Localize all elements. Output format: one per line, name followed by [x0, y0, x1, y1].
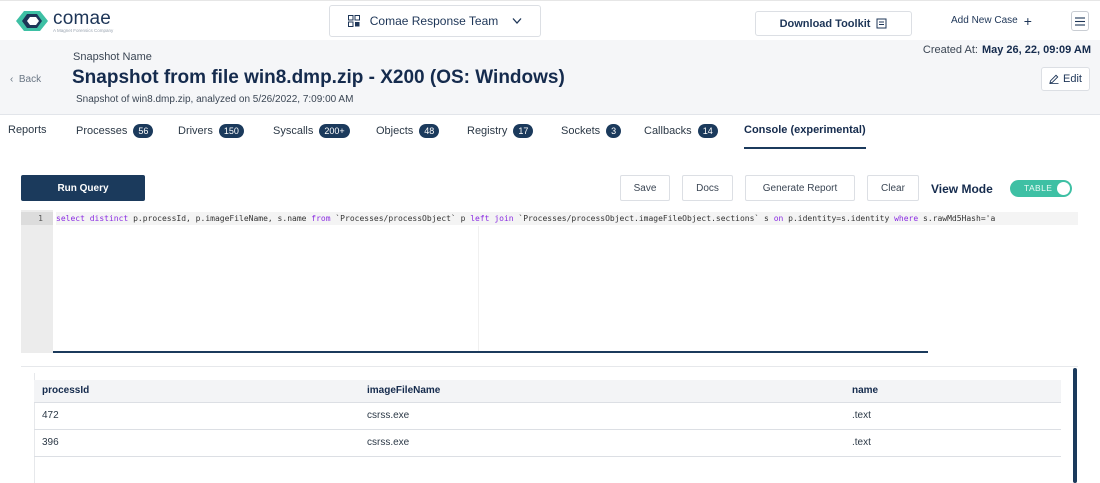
table-row[interactable]: 396 csrss.exe .text	[34, 429, 1061, 457]
menu-button[interactable]	[1071, 11, 1089, 31]
table-cell: 396	[34, 429, 359, 457]
code-text: s.rawMd5Hash='a	[918, 214, 996, 223]
chevron-down-icon	[512, 18, 522, 24]
top-bar: comae A Magnet Forensics Company Comae R…	[0, 0, 1100, 40]
snapshot-subtitle: Snapshot of win8.dmp.zip, analyzed on 5/…	[76, 94, 354, 105]
brand-logo[interactable]: comae A Magnet Forensics Company	[14, 8, 113, 34]
active-tab-indicator	[744, 147, 866, 149]
tab-reports[interactable]: Reports	[8, 124, 47, 136]
tab-objects[interactable]: Objects 48	[376, 124, 440, 138]
tab-syscalls[interactable]: Syscalls 200+	[273, 124, 350, 138]
results-table-container: processId imageFileName name 472 csrss.e…	[34, 380, 1061, 457]
snapshot-tabs: Reports Processes 56 Drivers 150 Syscalls 2…	[0, 115, 1100, 149]
count-badge: 3	[606, 124, 622, 138]
edit-button[interactable]: Edit	[1041, 67, 1090, 91]
count-badge: 14	[697, 124, 718, 138]
toggle-label: TABLE	[1024, 183, 1053, 193]
code-keyword: from	[311, 214, 331, 223]
code-keyword: select distinct	[56, 214, 129, 223]
table-row[interactable]: 472 csrss.exe .text	[34, 402, 1061, 430]
code-text: `Processes/processObject` p	[330, 214, 471, 223]
code-line[interactable]: select distinct p.processId, p.imageFile…	[56, 212, 1078, 225]
table-cell: .text	[844, 429, 1061, 457]
tab-processes[interactable]: Processes 56	[76, 124, 154, 138]
count-badge: 17	[513, 124, 534, 138]
code-keyword: where	[894, 214, 919, 223]
created-at: Created At: May 26, 22, 09:09 AM	[923, 44, 1091, 56]
tab-registry[interactable]: Registry 17	[467, 124, 534, 138]
toggle-knob	[1057, 182, 1070, 195]
back-label: Back	[18, 74, 42, 85]
generate-report-button[interactable]: Generate Report	[745, 175, 855, 201]
section-divider	[21, 366, 1078, 367]
table-cell: 472	[34, 402, 359, 430]
column-header[interactable]: processId	[34, 380, 359, 403]
results-table: processId imageFileName name 472 csrss.e…	[34, 380, 1061, 457]
editor-guide	[478, 226, 479, 352]
hamburger-icon	[1075, 16, 1085, 26]
tab-drivers[interactable]: Drivers 150	[178, 124, 244, 138]
team-grid-icon	[347, 15, 360, 27]
editor-bottom-border	[53, 351, 928, 353]
snapshot-header: ‹ Back Snapshot Name Snapshot from file …	[0, 40, 1100, 115]
download-toolkit-label: Download Toolkit	[779, 17, 871, 30]
view-mode-toggle[interactable]: TABLE	[1010, 180, 1072, 197]
pencil-icon	[1049, 74, 1059, 84]
tab-console[interactable]: Console (experimental)	[744, 124, 866, 136]
table-cell: .text	[844, 402, 1061, 430]
count-badge: 150	[218, 124, 244, 138]
add-new-case-button[interactable]: Add New Case +	[951, 12, 1032, 29]
docs-button[interactable]: Docs	[682, 175, 733, 201]
code-keyword: on	[773, 214, 784, 223]
code-keyword: left join	[470, 214, 514, 223]
page-title: Snapshot from file win8.dmp.zip - X200 (…	[72, 67, 565, 88]
editor-gutter	[21, 210, 53, 353]
count-badge: 56	[133, 124, 154, 138]
code-text: `Processes/processObject.imageFileObject…	[513, 214, 774, 223]
app-root: comae A Magnet Forensics Company Comae R…	[0, 0, 1100, 483]
table-header-row: processId imageFileName name	[34, 380, 1061, 403]
run-query-button[interactable]: Run Query	[21, 175, 145, 201]
edit-label: Edit	[1063, 73, 1082, 85]
query-editor[interactable]: 1 select distinct p.processId, p.imageFi…	[21, 210, 1078, 353]
save-button[interactable]: Save	[620, 175, 670, 201]
count-badge: 48	[419, 124, 440, 138]
code-text: p.identity=s.identity	[783, 214, 895, 223]
download-toolkit-button[interactable]: Download Toolkit	[755, 11, 912, 36]
clear-button[interactable]: Clear	[867, 175, 919, 201]
created-at-label: Created At:	[922, 44, 978, 56]
team-selector[interactable]: Comae Response Team	[329, 5, 541, 37]
brand-tagline: A Magnet Forensics Company	[53, 27, 114, 33]
back-link[interactable]: ‹ Back	[10, 74, 41, 85]
tab-sockets[interactable]: Sockets 3	[561, 124, 622, 138]
column-header[interactable]: imageFileName	[359, 380, 844, 403]
view-mode-label: View Mode	[931, 182, 993, 196]
column-header[interactable]: name	[844, 380, 1061, 403]
snapshot-name-label: Snapshot Name	[73, 51, 152, 63]
add-new-case-label: Add New Case	[951, 15, 1018, 26]
comae-logo-icon	[16, 11, 48, 31]
brand-name: comae	[53, 7, 112, 29]
created-at-value: May 26, 22, 09:09 AM	[981, 44, 1091, 56]
plus-icon: +	[1023, 12, 1032, 29]
document-icon	[876, 18, 887, 29]
results-scrollbar[interactable]	[1073, 368, 1077, 483]
code-text: p.processId, p.imageFileName, s.name	[128, 214, 312, 223]
count-badge: 200+	[319, 124, 350, 138]
tab-callbacks[interactable]: Callbacks 14	[644, 124, 718, 138]
table-cell: csrss.exe	[359, 429, 844, 457]
table-cell: csrss.exe	[359, 402, 844, 430]
line-number: 1	[21, 212, 53, 225]
chevron-left-icon: ‹	[10, 74, 19, 85]
team-name: Comae Response Team	[369, 14, 499, 28]
